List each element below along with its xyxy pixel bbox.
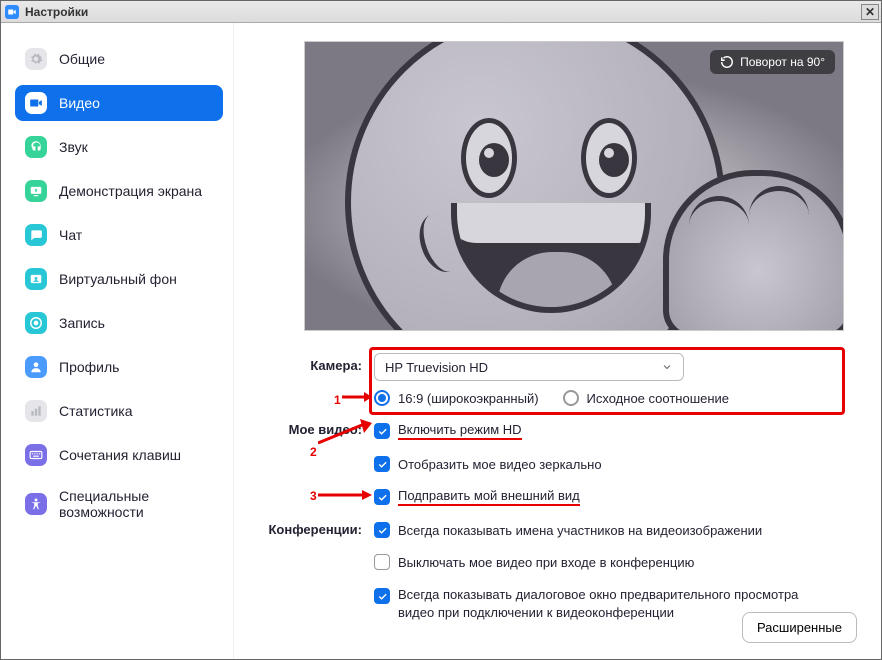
checkbox-icon	[374, 456, 390, 472]
my-video-label: Мое видео:	[0, 417, 374, 445]
aspect-16-9-radio[interactable]: 16:9 (широкоэкранный)	[374, 385, 539, 411]
audio-icon	[25, 136, 47, 158]
sidebar-item-label: Видео	[59, 95, 100, 111]
sidebar-item-record[interactable]: Запись	[15, 305, 223, 341]
app-icon	[5, 5, 19, 19]
sidebar-item-label: Общие	[59, 51, 105, 67]
aspect-wide-label: 16:9 (широкоэкранный)	[398, 391, 539, 406]
sidebar-item-label: Чат	[59, 227, 82, 243]
chevron-down-icon	[661, 361, 673, 373]
sidebar-item-chat[interactable]: Чат	[15, 217, 223, 253]
show-names-checkbox[interactable]: Всегда показывать имена участников на ви…	[374, 517, 849, 543]
mute-video-on-join-checkbox[interactable]: Выключать мое видео при входе в конферен…	[374, 549, 849, 575]
record-icon	[25, 312, 47, 334]
aspect-original-radio[interactable]: Исходное соотношение	[563, 385, 730, 411]
meetings-label: Конференции:	[0, 517, 374, 543]
video-icon	[25, 92, 47, 114]
sidebar-item-video[interactable]: Видео	[15, 85, 223, 121]
enable-hd-checkbox[interactable]: Включить режим HD	[374, 417, 849, 445]
sidebar-item-vbg[interactable]: Виртуальный фон	[15, 261, 223, 297]
checkbox-icon	[374, 489, 390, 505]
checkbox-icon	[374, 588, 390, 604]
mute-video-on-join-label: Выключать мое видео при входе в конферен…	[398, 555, 694, 570]
share-icon	[25, 180, 47, 202]
radio-icon	[374, 390, 390, 406]
rotate-90-button[interactable]: Поворот на 90°	[710, 50, 835, 74]
window-close-button[interactable]: ✕	[861, 4, 879, 20]
sidebar-item-label: Звук	[59, 139, 88, 155]
sidebar-item-label: Демонстрация экрана	[59, 183, 202, 199]
checkbox-icon	[374, 522, 390, 538]
camera-selected-value: HP Truevision HD	[385, 360, 488, 375]
sidebar-item-share[interactable]: Демонстрация экрана	[15, 173, 223, 209]
gear-icon	[25, 48, 47, 70]
chat-icon	[25, 224, 47, 246]
checkbox-icon	[374, 554, 390, 570]
sidebar-item-gear[interactable]: Общие	[15, 41, 223, 77]
show-names-label: Всегда показывать имена участников на ви…	[398, 523, 762, 538]
mirror-video-label: Отобразить мое видео зеркально	[398, 457, 602, 472]
rotate-icon	[720, 55, 734, 69]
sidebar-item-label: Запись	[59, 315, 105, 331]
checkbox-icon	[374, 423, 390, 439]
camera-select[interactable]: HP Truevision HD	[374, 353, 684, 381]
sidebar-item-audio[interactable]: Звук	[15, 129, 223, 165]
aspect-orig-label: Исходное соотношение	[587, 391, 730, 406]
video-preview: Поворот на 90°	[304, 41, 844, 331]
settings-main-panel: Поворот на 90° Камера: HP Truevision HD …	[234, 23, 881, 659]
rotate-label: Поворот на 90°	[740, 55, 825, 69]
advanced-button[interactable]: Расширенные	[742, 612, 857, 643]
window-title: Настройки	[25, 5, 861, 19]
enable-hd-label: Включить режим HD	[398, 422, 522, 440]
vbg-icon	[25, 268, 47, 290]
radio-icon	[563, 390, 579, 406]
mirror-video-checkbox[interactable]: Отобразить мое видео зеркально	[374, 451, 849, 477]
touch-up-label: Подправить мой внешний вид	[398, 488, 580, 506]
camera-label: Камера:	[0, 353, 374, 411]
window-titlebar: Настройки ✕	[1, 1, 881, 23]
sidebar-item-label: Виртуальный фон	[59, 271, 177, 287]
touch-up-checkbox[interactable]: Подправить мой внешний вид	[374, 483, 849, 511]
